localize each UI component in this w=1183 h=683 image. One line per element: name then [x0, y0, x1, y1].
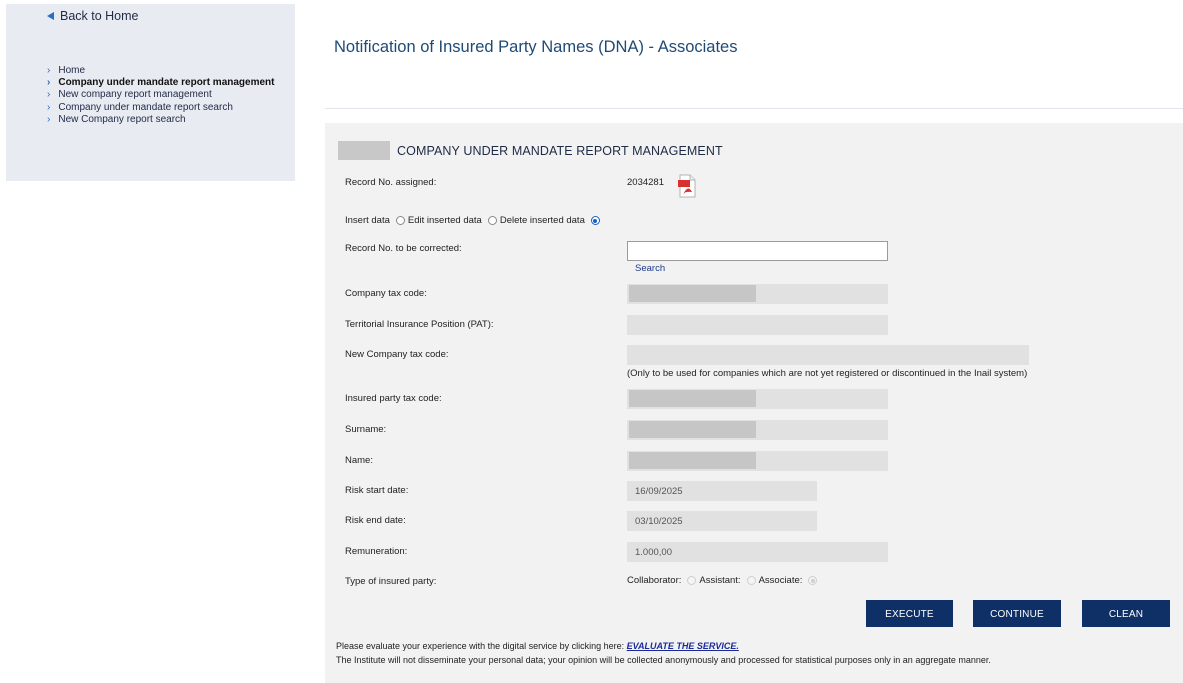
record-to-correct-input[interactable]: [627, 241, 888, 261]
company-tax-code-label: Company tax code:: [345, 288, 427, 299]
privacy-note: The Institute will not disseminate your …: [336, 655, 991, 665]
collaborator-radio[interactable]: [687, 576, 697, 585]
sidebar-item-new-company-report-management[interactable]: › New company report management: [47, 89, 275, 101]
sidebar-item-label: Company under mandate report management: [58, 77, 275, 89]
sidebar-item-new-company-report-search[interactable]: › New Company report search: [47, 114, 275, 126]
evaluate-service-link[interactable]: EVALUATE THE SERVICE.: [627, 641, 739, 651]
new-company-note: (Only to be used for companies which are…: [627, 368, 1028, 379]
redacted-value: [629, 390, 756, 407]
sidebar-nav: › Home › Company under mandate report ma…: [47, 65, 275, 126]
company-tax-code-field: [627, 284, 888, 304]
edit-inserted-data-label: Edit inserted data: [407, 215, 482, 226]
mode-radio-group: Insert data Edit inserted data Delete in…: [345, 215, 603, 226]
redacted-value: [629, 452, 756, 469]
type-label: Type of insured party:: [345, 576, 437, 587]
name-field: [627, 451, 888, 471]
chevron-right-icon: ›: [47, 101, 51, 113]
record-no-value: 2034281: [627, 177, 664, 188]
new-company-tax-code-field: [627, 345, 1029, 365]
risk-start-value: 16/09/2025: [635, 486, 683, 497]
execute-button[interactable]: EXECUTE: [866, 600, 953, 627]
redacted-value: [629, 421, 756, 438]
risk-end-value: 03/10/2025: [635, 516, 683, 527]
risk-end-label: Risk end date:: [345, 515, 406, 526]
title-divider: [325, 108, 1183, 109]
sidebar-item-company-under-mandate-report-management[interactable]: › Company under mandate report managemen…: [47, 77, 275, 89]
chevron-right-icon: ›: [47, 65, 51, 76]
continue-button[interactable]: CONTINUE: [973, 600, 1061, 627]
delete-inserted-data-label: Delete inserted data: [499, 215, 585, 226]
report-form-panel: COMPANY UNDER MANDATE REPORT MANAGEMENT …: [325, 123, 1183, 683]
insured-tax-code-label: Insured party tax code:: [345, 393, 442, 404]
insured-tax-code-field: [627, 389, 888, 409]
assistant-radio[interactable]: [746, 576, 756, 585]
pdf-icon[interactable]: [677, 174, 697, 198]
pat-field: [627, 315, 888, 335]
collaborator-label: Collaborator:: [627, 575, 682, 586]
survey-line: Please evaluate your experience with the…: [336, 641, 739, 651]
associate-label: Associate:: [758, 575, 803, 586]
delete-inserted-data-radio[interactable]: [590, 216, 600, 225]
sidebar: Back to Home › Home › Company under mand…: [6, 4, 295, 181]
assistant-label: Assistant:: [699, 575, 741, 586]
remuneration-field: 1.000,00: [627, 542, 888, 562]
survey-text: Please evaluate your experience with the…: [336, 641, 627, 651]
back-to-home-label: Back to Home: [60, 9, 139, 23]
sidebar-item-label: Home: [58, 65, 86, 76]
insert-data-label: Insert data: [345, 215, 390, 226]
search-link[interactable]: Search: [635, 263, 665, 274]
type-radio-group: Collaborator: Assistant: Associate:: [627, 575, 820, 586]
sidebar-item-label: New Company report search: [58, 113, 186, 125]
surname-field: [627, 420, 888, 440]
edit-inserted-data-radio[interactable]: [487, 216, 497, 225]
clean-button[interactable]: CLEAN: [1082, 600, 1170, 627]
chevron-right-icon: ›: [47, 113, 51, 125]
section-header: COMPANY UNDER MANDATE REPORT MANAGEMENT: [338, 141, 723, 160]
back-arrow-icon: [47, 12, 54, 20]
record-to-correct-label: Record No. to be corrected:: [345, 243, 462, 254]
chevron-right-icon: ›: [47, 77, 51, 89]
risk-start-field: 16/09/2025: [627, 481, 817, 501]
record-no-label: Record No. assigned:: [345, 177, 437, 188]
sidebar-item-home[interactable]: › Home: [47, 65, 275, 77]
redacted-block: [338, 141, 390, 160]
new-company-tax-code-label: New Company tax code:: [345, 349, 449, 360]
insert-data-radio[interactable]: [395, 216, 405, 225]
pat-label: Territorial Insurance Position (PAT):: [345, 319, 494, 330]
name-label: Name:: [345, 455, 373, 466]
redacted-value: [629, 285, 756, 302]
risk-end-field: 03/10/2025: [627, 511, 817, 531]
risk-start-label: Risk start date:: [345, 485, 409, 496]
sidebar-item-label: Company under mandate report search: [58, 101, 233, 113]
chevron-right-icon: ›: [47, 89, 51, 101]
remuneration-label: Remuneration:: [345, 546, 408, 557]
sidebar-item-company-under-mandate-report-search[interactable]: › Company under mandate report search: [47, 102, 275, 114]
sidebar-item-label: New company report management: [58, 89, 212, 101]
page-title: Notification of Insured Party Names (DNA…: [334, 38, 738, 56]
associate-radio[interactable]: [808, 576, 818, 585]
remuneration-value: 1.000,00: [635, 547, 672, 558]
back-to-home-link[interactable]: Back to Home: [47, 9, 139, 23]
surname-label: Surname:: [345, 424, 387, 435]
section-title: COMPANY UNDER MANDATE REPORT MANAGEMENT: [397, 143, 723, 158]
